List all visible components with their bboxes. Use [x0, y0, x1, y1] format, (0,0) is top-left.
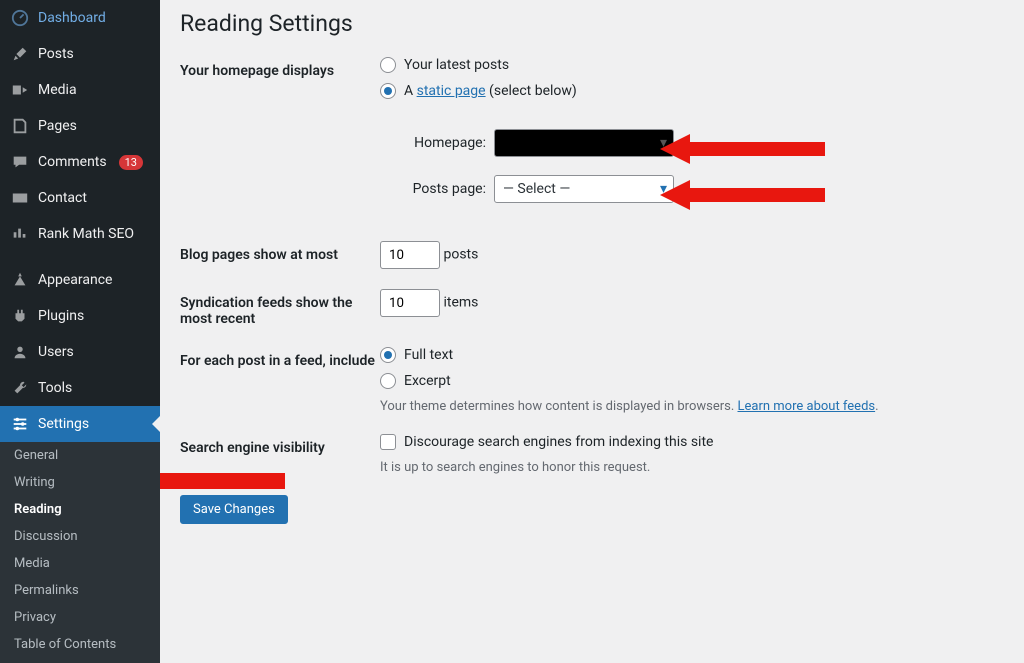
radio-label: Your latest posts — [404, 57, 509, 73]
main-content: Reading Settings Your homepage displays … — [160, 0, 1024, 663]
users-icon — [10, 342, 30, 362]
submenu-discussion[interactable]: Discussion — [0, 523, 160, 550]
pin-icon — [10, 44, 30, 64]
syndication-label: Syndication feeds show the most recent — [180, 289, 380, 327]
menu-label: Media — [38, 82, 77, 98]
postspage-select[interactable]: — Select — ▾ — [494, 175, 674, 203]
search-visibility-row: Search engine visibility Discourage sear… — [180, 434, 1004, 475]
feed-content-label: For each post in a feed, include — [180, 347, 380, 369]
select-value: — Select — — [503, 181, 570, 197]
menu-label: Plugins — [38, 308, 84, 324]
submenu-permalinks[interactable]: Permalinks — [0, 577, 160, 604]
postspage-select-row: Posts page: — Select — ▾ — [404, 175, 1004, 203]
menu-comments[interactable]: Comments 13 — [0, 144, 160, 180]
menu-rankmath[interactable]: Rank Math SEO — [0, 216, 160, 252]
feed-content-row: For each post in a feed, include Full te… — [180, 347, 1004, 414]
menu-label: Contact — [38, 190, 87, 206]
menu-label: Settings — [38, 416, 89, 432]
radio-excerpt[interactable]: Excerpt — [380, 373, 1004, 389]
submenu-reading[interactable]: Reading — [0, 496, 160, 523]
postspage-select-label: Posts page: — [404, 181, 486, 197]
plugins-icon — [10, 306, 30, 326]
menu-pages[interactable]: Pages — [0, 108, 160, 144]
menu-label: Tools — [38, 380, 72, 396]
menu-label: Rank Math SEO — [38, 226, 134, 242]
static-page-link[interactable]: static page — [417, 83, 486, 99]
learn-feeds-link[interactable]: Learn more about feeds — [738, 399, 876, 414]
menu-label: Posts — [38, 46, 74, 62]
media-icon — [10, 80, 30, 100]
radio-icon — [380, 57, 396, 73]
dashboard-icon — [10, 8, 30, 28]
contact-icon — [10, 188, 30, 208]
menu-label: Pages — [38, 118, 77, 134]
blog-pages-label: Blog pages show at most — [180, 241, 380, 263]
radio-static-page[interactable]: A static page (select below) — [380, 83, 1004, 99]
radio-label: A static page (select below) — [404, 83, 577, 99]
submenu-privacy[interactable]: Privacy — [0, 604, 160, 631]
submenu-toc[interactable]: Table of Contents — [0, 631, 160, 658]
menu-tools[interactable]: Tools — [0, 370, 160, 406]
menu-plugins[interactable]: Plugins — [0, 298, 160, 334]
search-visibility-help: It is up to search engines to honor this… — [380, 460, 1004, 475]
checkbox-label: Discourage search engines from indexing … — [404, 434, 713, 450]
radio-latest-posts[interactable]: Your latest posts — [380, 57, 1004, 73]
chevron-down-icon: ▾ — [660, 181, 667, 197]
radio-label: Excerpt — [404, 373, 451, 389]
appearance-icon — [10, 270, 30, 290]
menu-settings[interactable]: Settings — [0, 406, 160, 442]
menu-label: Appearance — [38, 272, 112, 288]
blog-pages-input[interactable] — [380, 241, 440, 269]
menu-label: Users — [38, 344, 74, 360]
tools-icon — [10, 378, 30, 398]
feed-help-text: Your theme determines how content is dis… — [380, 399, 1004, 414]
menu-users[interactable]: Users — [0, 334, 160, 370]
submenu-writing[interactable]: Writing — [0, 469, 160, 496]
submenu-general[interactable]: General — [0, 442, 160, 469]
radio-icon — [380, 347, 396, 363]
page-title: Reading Settings — [180, 10, 1004, 37]
search-visibility-label: Search engine visibility — [180, 434, 380, 456]
chevron-down-icon: ▾ — [660, 135, 667, 151]
comments-badge: 13 — [119, 155, 143, 170]
submenu-media[interactable]: Media — [0, 550, 160, 577]
radio-icon — [380, 373, 396, 389]
homepage-displays-label: Your homepage displays — [180, 57, 380, 79]
settings-submenu: General Writing Reading Discussion Media… — [0, 442, 160, 663]
menu-posts[interactable]: Posts — [0, 36, 160, 72]
radio-label: Full text — [404, 347, 453, 363]
menu-label: Dashboard — [38, 10, 106, 26]
comments-icon — [10, 152, 30, 172]
discourage-checkbox[interactable] — [380, 434, 396, 450]
submenu-breeze[interactable]: Breeze — [0, 658, 160, 663]
homepage-select-label: Homepage: — [404, 135, 486, 151]
discourage-checkbox-row[interactable]: Discourage search engines from indexing … — [380, 434, 1004, 450]
menu-label: Comments — [38, 154, 107, 170]
seo-icon — [10, 224, 30, 244]
pages-icon — [10, 116, 30, 136]
menu-appearance[interactable]: Appearance — [0, 262, 160, 298]
radio-icon — [380, 83, 396, 99]
syndication-row: Syndication feeds show the most recent i… — [180, 289, 1004, 327]
homepage-select[interactable]: ▾ — [494, 129, 674, 157]
syndication-input[interactable] — [380, 289, 440, 317]
menu-dashboard[interactable]: Dashboard — [0, 0, 160, 36]
homepage-select-row: Homepage: ▾ — [404, 129, 1004, 157]
homepage-displays-row: Your homepage displays Your latest posts… — [180, 57, 1004, 221]
blog-pages-unit: posts — [443, 247, 478, 263]
blog-pages-row: Blog pages show at most posts — [180, 241, 1004, 269]
settings-icon — [10, 414, 30, 434]
syndication-unit: items — [443, 295, 478, 311]
radio-full-text[interactable]: Full text — [380, 347, 1004, 363]
menu-media[interactable]: Media — [0, 72, 160, 108]
save-button[interactable]: Save Changes — [180, 495, 288, 524]
admin-sidebar: Dashboard Posts Media Pages Comments 13 … — [0, 0, 160, 663]
menu-contact[interactable]: Contact — [0, 180, 160, 216]
